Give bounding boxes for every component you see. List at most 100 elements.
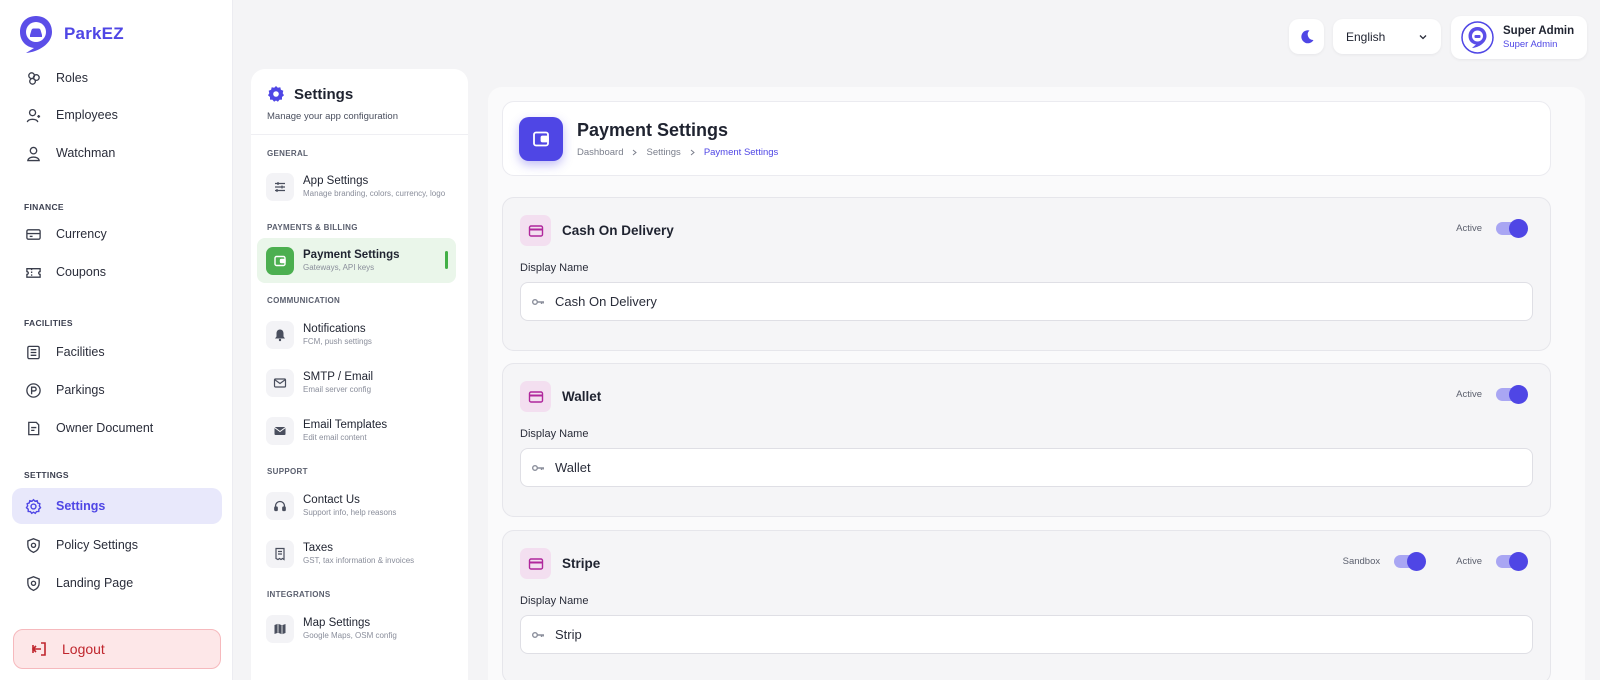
section-general: GENERAL	[267, 149, 309, 158]
logout-label: Logout	[62, 641, 105, 657]
breadcrumb-settings[interactable]: Settings	[646, 147, 680, 158]
gear-icon	[25, 498, 42, 514]
key-icon	[532, 464, 544, 471]
sandbox-label: Sandbox	[1342, 556, 1381, 567]
settings-item-payment-settings[interactable]: Payment Settings Gateways, API keys	[257, 238, 456, 283]
sidebar-section-facilities: FACILITIES	[24, 318, 73, 328]
sidebar-item-label: Currency	[56, 227, 107, 241]
settings-item-desc: Edit email content	[303, 433, 367, 442]
sidebar-item-currency[interactable]: Currency	[12, 216, 222, 252]
sidebar-item-settings[interactable]: Settings	[12, 488, 222, 524]
parking-icon	[26, 382, 41, 398]
section-integrations: INTEGRATIONS	[267, 590, 331, 599]
settings-item-contact-us[interactable]: Contact Us Support info, help reasons	[257, 483, 456, 528]
settings-item-label: Contact Us	[303, 494, 360, 506]
settings-item-app-settings[interactable]: App Settings Manage branding, colors, cur…	[257, 164, 456, 209]
gateway-title: Wallet	[562, 389, 602, 404]
logout-icon	[31, 642, 46, 656]
active-toggle[interactable]	[1496, 385, 1528, 404]
display-name-label: Display Name	[520, 262, 589, 274]
logout-button[interactable]: Logout	[13, 629, 221, 669]
sliders-icon	[266, 172, 294, 201]
settings-item-desc: GST, tax information & invoices	[303, 556, 415, 565]
mail-template-icon	[266, 416, 294, 445]
display-name-input[interactable]: Wallet	[520, 448, 1533, 487]
settings-item-label: Taxes	[303, 542, 334, 554]
settings-item-email-templates[interactable]: Email Templates Edit email content	[257, 408, 456, 453]
wallet-icon	[266, 246, 294, 275]
facilities-icon	[27, 345, 40, 359]
sidebar-item-label: Policy Settings	[56, 538, 138, 552]
key-icon	[532, 298, 544, 305]
sidebar-item-label: Parkings	[56, 383, 105, 397]
settings-item-smtp-email[interactable]: SMTP / Email Email server config	[257, 360, 456, 405]
sidebar-section-settings: SETTINGS	[24, 470, 69, 480]
user-name: Super Admin	[1503, 25, 1575, 37]
active-indicator	[445, 251, 448, 269]
sidebar-item-label: Facilities	[56, 345, 105, 359]
sidebar-item-watchman[interactable]: Watchman	[12, 135, 222, 171]
settings-item-desc: Manage branding, colors, currency, logo	[303, 189, 446, 198]
sidebar-item-label: Watchman	[56, 146, 116, 160]
active-label: Active	[1456, 223, 1482, 234]
receipt-icon	[266, 539, 294, 568]
employees-icon	[26, 108, 41, 122]
sidebar-item-label: Owner Document	[56, 421, 154, 435]
settings-item-label: SMTP / Email	[303, 371, 374, 383]
user-role: Super Admin	[1503, 39, 1558, 50]
sidebar-item-parkings[interactable]: Parkings	[12, 372, 222, 408]
page-header: Payment Settings Dashboard Settings Paym…	[502, 101, 1551, 176]
display-name-input[interactable]: Cash On Delivery	[520, 282, 1533, 321]
chevron-down-icon	[1419, 34, 1427, 39]
sidebar-item-owner-document[interactable]: Owner Document	[12, 410, 222, 446]
sidebar-item-employees[interactable]: Employees	[12, 97, 222, 133]
sidebar-item-label: Landing Page	[56, 576, 134, 590]
user-icon	[27, 146, 40, 161]
gear-icon	[268, 86, 284, 102]
headset-icon	[266, 491, 294, 520]
breadcrumb-current: Payment Settings	[703, 146, 779, 158]
sidebar-item-label: Employees	[56, 108, 118, 122]
section-support: SUPPORT	[267, 467, 308, 476]
gateway-title: Stripe	[562, 556, 601, 571]
wallet-icon	[519, 116, 563, 161]
theme-toggle-button[interactable]	[1289, 19, 1324, 54]
language-select[interactable]: English	[1333, 19, 1441, 54]
sidebar-item-landing-page[interactable]: Landing Page	[12, 565, 222, 601]
display-name-value: Strip	[555, 627, 582, 642]
active-toggle[interactable]	[1496, 552, 1528, 571]
settings-item-label: App Settings	[303, 175, 369, 187]
sidebar-item-coupons[interactable]: Coupons	[12, 254, 222, 290]
sandbox-toggle[interactable]	[1394, 552, 1427, 571]
settings-item-map-settings[interactable]: Map Settings Google Maps, OSM config	[257, 606, 456, 651]
section-communication: COMMUNICATION	[267, 296, 341, 305]
sidebar: ParkEZ Roles Employees Watchman FINANCE …	[0, 0, 233, 680]
credit-card-icon	[520, 381, 551, 412]
settings-item-desc: Support info, help reasons	[303, 508, 397, 517]
settings-item-desc: Gateways, API keys	[303, 263, 375, 272]
breadcrumb-dashboard[interactable]: Dashboard	[577, 147, 623, 158]
display-name-input[interactable]: Strip	[520, 615, 1533, 654]
sidebar-item-policy-settings[interactable]: Policy Settings	[12, 527, 222, 563]
settings-menu-header: Settings Manage your app configuration	[251, 69, 468, 135]
settings-item-taxes[interactable]: Taxes GST, tax information & invoices	[257, 531, 456, 576]
sidebar-item-roles[interactable]: Roles	[12, 60, 222, 96]
sidebar-item-label: Roles	[56, 71, 88, 85]
settings-item-desc: Google Maps, OSM config	[303, 631, 397, 640]
currency-icon	[26, 228, 41, 240]
gateway-card-stripe: Stripe Sandbox Active Display Name Strip	[502, 530, 1551, 680]
chevron-right-icon	[690, 149, 695, 155]
settings-item-label: Email Templates	[303, 419, 388, 431]
parkez-logo-icon	[20, 16, 52, 53]
sidebar-section-finance: FINANCE	[24, 202, 64, 212]
display-name-label: Display Name	[520, 595, 589, 607]
settings-item-notifications[interactable]: Notifications FCM, push settings	[257, 312, 456, 357]
document-icon	[28, 421, 40, 435]
settings-item-label: Payment Settings	[303, 249, 400, 261]
language-value: English	[1346, 29, 1386, 44]
display-name-value: Wallet	[555, 460, 591, 475]
user-menu[interactable]: Super Admin Super Admin	[1451, 16, 1587, 59]
sidebar-item-facilities[interactable]: Facilities	[12, 334, 222, 370]
active-toggle[interactable]	[1496, 219, 1528, 238]
brand[interactable]: ParkEZ	[18, 14, 124, 54]
